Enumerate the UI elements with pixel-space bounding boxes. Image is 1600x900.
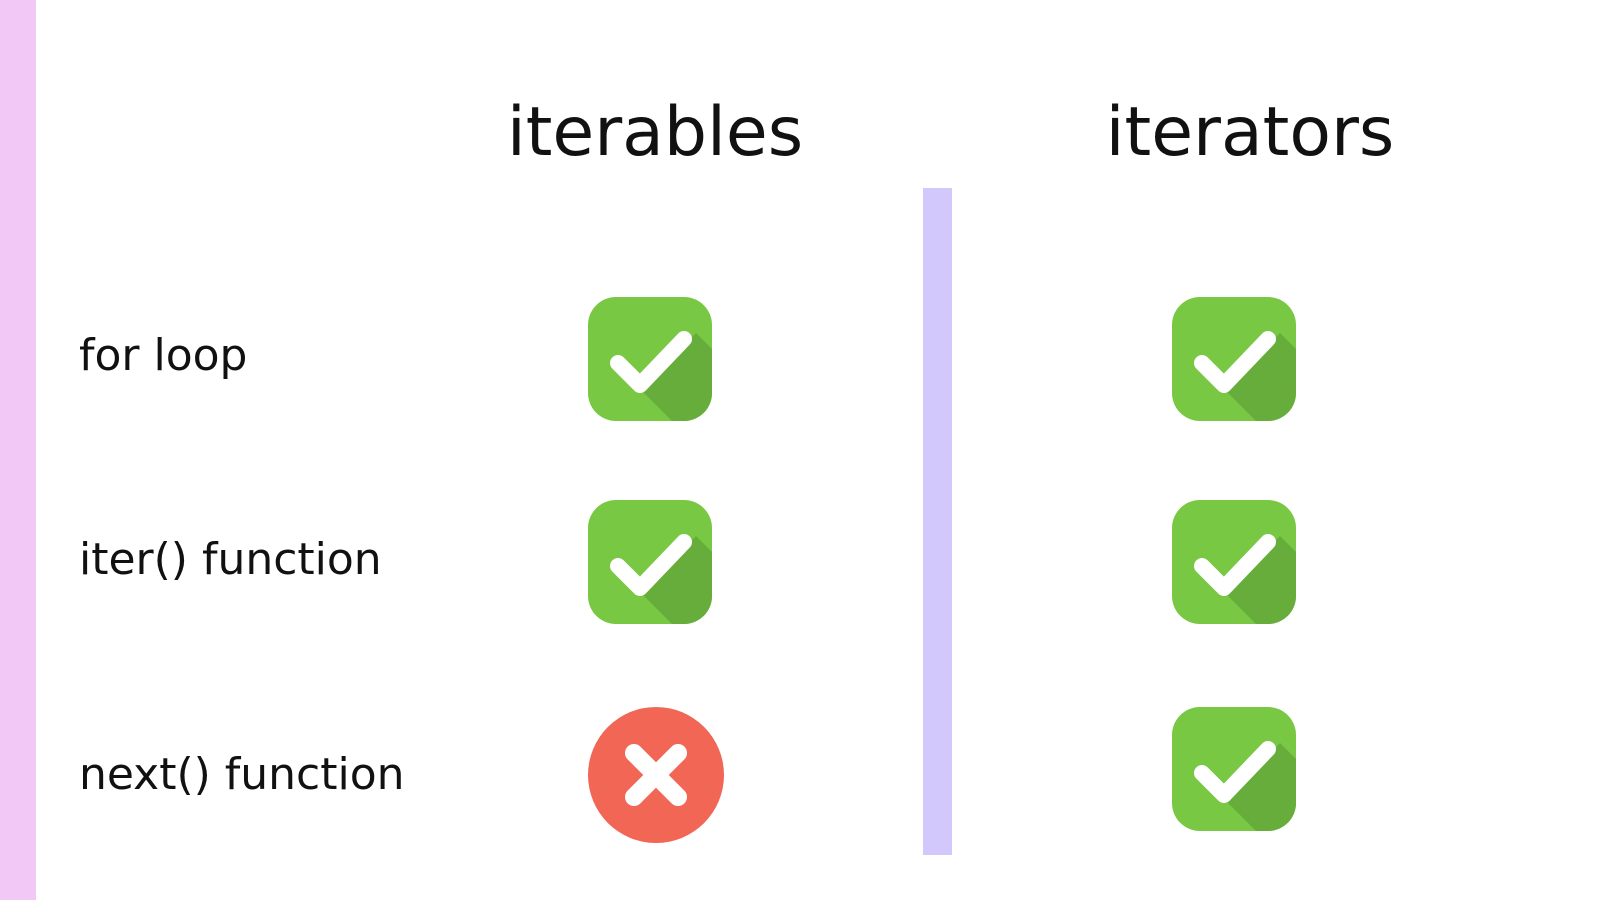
column-title-iterators: iterators [1105, 93, 1395, 172]
column-title-iterables: iterables [506, 93, 804, 172]
column-divider [923, 188, 952, 855]
cross-icon [588, 707, 724, 843]
check-icon [1172, 500, 1296, 624]
check-icon [1172, 297, 1296, 421]
row-label-iter-function: iter() function [79, 534, 382, 585]
row-label-next-function: next() function [79, 749, 405, 800]
check-icon [1172, 707, 1296, 831]
left-accent-stripe [0, 0, 36, 900]
check-icon [588, 500, 712, 624]
check-icon [588, 297, 712, 421]
row-label-for-loop: for loop [79, 330, 248, 381]
